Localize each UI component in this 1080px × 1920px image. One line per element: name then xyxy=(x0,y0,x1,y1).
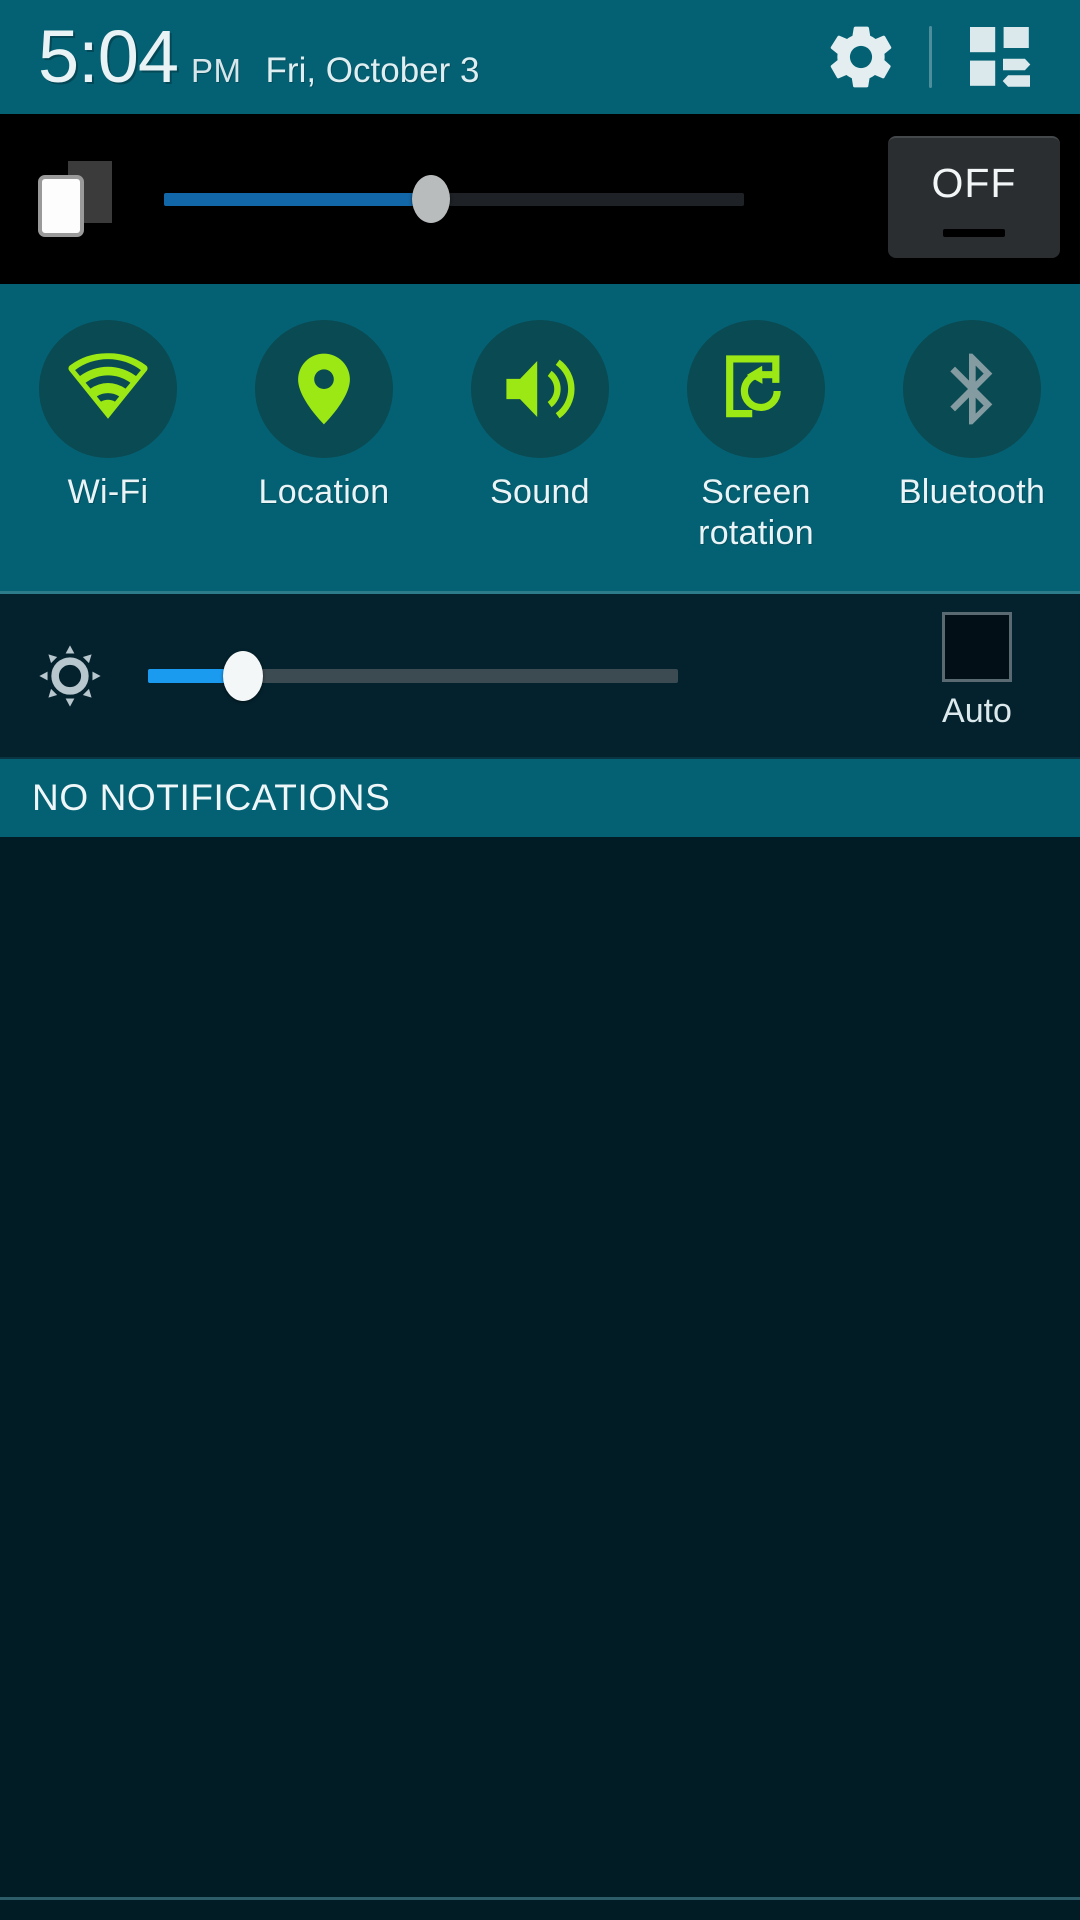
auto-brightness-group[interactable]: Auto xyxy=(942,612,1012,731)
quick-settings-screen: 5:04 PM Fri, October 3 OFF Wi-Fi Locatio… xyxy=(0,0,1080,1920)
brightness-slider-thumb[interactable] xyxy=(223,650,264,701)
quick-toggle-location-label: Location xyxy=(258,473,390,511)
quick-toggle-bluetooth-circle[interactable] xyxy=(903,320,1041,458)
quick-settings-grid-icon xyxy=(964,21,1036,93)
settings-button[interactable] xyxy=(815,11,907,103)
quick-toggle-wifi[interactable]: Wi-Fi xyxy=(0,320,216,513)
dimmer-off-label: OFF xyxy=(931,159,1017,206)
screen-rotation-icon xyxy=(715,348,797,430)
auto-brightness-checkbox[interactable] xyxy=(942,612,1012,682)
wifi-icon xyxy=(66,347,150,431)
quick-toggle-wifi-label: Wi-Fi xyxy=(67,473,149,511)
quick-settings-edit-button[interactable] xyxy=(954,11,1046,103)
dimmer-slider-fill xyxy=(164,192,431,206)
brightness-slider-track[interactable] xyxy=(148,650,678,701)
quick-toggle-screen-rotation[interactable]: Screen rotation xyxy=(648,320,864,554)
quick-toggle-screen-rotation-label: Screen rotation xyxy=(698,473,814,552)
screen-dimmer-icon xyxy=(38,153,114,245)
notifications-header-text: NO NOTIFICATIONS xyxy=(32,777,391,818)
brightness-sun-icon xyxy=(34,640,106,712)
header-actions xyxy=(815,11,1046,103)
status-bar: 5:04 PM Fri, October 3 xyxy=(0,0,1080,114)
brightness-row: Auto xyxy=(0,594,1080,759)
quick-toggle-bluetooth[interactable]: Bluetooth xyxy=(864,320,1080,513)
quick-toggle-screen-rotation-circle[interactable] xyxy=(687,320,825,458)
quick-toggles-row: Wi-Fi Location Sound Screen rotation Blu… xyxy=(0,284,1080,594)
gear-icon xyxy=(823,19,899,95)
auto-brightness-label: Auto xyxy=(942,692,1012,730)
screen-dimmer-panel: OFF xyxy=(0,114,1080,284)
clock-ampm: PM xyxy=(191,52,242,89)
clock-date: Fri, October 3 xyxy=(265,51,480,90)
bottom-divider xyxy=(0,1897,1080,1900)
dimmer-off-underline xyxy=(943,228,1005,237)
quick-toggle-bluetooth-label: Bluetooth xyxy=(898,473,1046,511)
clock-time: 5:04 xyxy=(38,15,179,98)
quick-toggle-wifi-circle[interactable] xyxy=(39,320,177,458)
clock-group: 5:04 PM Fri, October 3 xyxy=(38,20,815,94)
dimmer-front-sheet xyxy=(38,175,84,237)
sound-speaker-icon xyxy=(498,347,582,431)
quick-toggle-location-circle[interactable] xyxy=(255,320,393,458)
quick-toggle-sound[interactable]: Sound xyxy=(432,320,648,513)
brightness-slider[interactable] xyxy=(148,646,1080,706)
header-divider xyxy=(929,26,932,88)
bluetooth-icon xyxy=(932,349,1012,429)
location-pin-icon xyxy=(282,347,366,431)
dimmer-slider-thumb[interactable] xyxy=(411,175,450,223)
quick-toggle-sound-circle[interactable] xyxy=(471,320,609,458)
quick-toggle-location[interactable]: Location xyxy=(216,320,432,513)
quick-toggle-sound-label: Sound xyxy=(490,473,590,511)
dimmer-slider-track[interactable] xyxy=(164,175,744,223)
notifications-header: NO NOTIFICATIONS xyxy=(0,759,1080,837)
dimmer-off-button[interactable]: OFF xyxy=(888,136,1060,258)
notifications-list xyxy=(0,837,1080,1920)
